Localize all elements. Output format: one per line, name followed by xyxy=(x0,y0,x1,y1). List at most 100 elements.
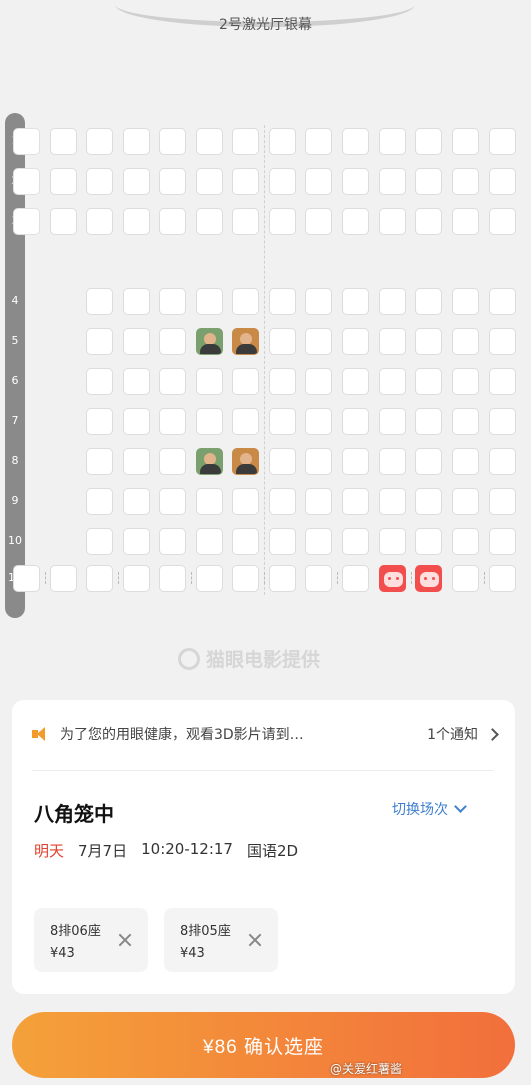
seat[interactable] xyxy=(305,328,332,355)
seat[interactable] xyxy=(379,168,406,195)
seat[interactable] xyxy=(123,208,150,235)
selected-seat[interactable] xyxy=(232,328,259,355)
seat[interactable] xyxy=(86,288,113,315)
seat[interactable] xyxy=(305,528,332,555)
seat[interactable] xyxy=(489,408,516,435)
seat[interactable] xyxy=(50,168,77,195)
seat[interactable] xyxy=(123,448,150,475)
seat[interactable] xyxy=(123,328,150,355)
seat[interactable] xyxy=(196,288,223,315)
seat[interactable] xyxy=(379,528,406,555)
seat[interactable] xyxy=(159,288,186,315)
seat[interactable] xyxy=(159,208,186,235)
seat[interactable] xyxy=(415,288,442,315)
seat[interactable] xyxy=(86,565,113,592)
seat[interactable] xyxy=(269,128,296,155)
seat[interactable] xyxy=(232,128,259,155)
seat[interactable] xyxy=(269,408,296,435)
seat[interactable] xyxy=(452,528,479,555)
seat[interactable] xyxy=(489,528,516,555)
love-seat[interactable] xyxy=(379,565,406,592)
seat[interactable] xyxy=(305,448,332,475)
seat[interactable] xyxy=(13,208,40,235)
seat[interactable] xyxy=(86,408,113,435)
seat[interactable] xyxy=(196,208,223,235)
seat[interactable] xyxy=(342,288,369,315)
seat[interactable] xyxy=(415,208,442,235)
seat[interactable] xyxy=(452,565,479,592)
seat[interactable] xyxy=(269,368,296,395)
seat[interactable] xyxy=(489,368,516,395)
seat[interactable] xyxy=(86,128,113,155)
seat[interactable] xyxy=(86,368,113,395)
seat[interactable] xyxy=(13,168,40,195)
seat[interactable] xyxy=(415,128,442,155)
seat[interactable] xyxy=(123,168,150,195)
seat[interactable] xyxy=(379,368,406,395)
selected-seat[interactable] xyxy=(196,448,223,475)
remove-ticket-icon[interactable] xyxy=(247,932,263,948)
seat[interactable] xyxy=(86,488,113,515)
switch-showtime-button[interactable]: 切换场次 xyxy=(392,799,467,819)
seat[interactable] xyxy=(489,448,516,475)
seat[interactable] xyxy=(159,168,186,195)
seat[interactable] xyxy=(159,488,186,515)
seat[interactable] xyxy=(159,528,186,555)
seat[interactable] xyxy=(123,368,150,395)
seat[interactable] xyxy=(232,208,259,235)
seat[interactable] xyxy=(452,488,479,515)
seat[interactable] xyxy=(489,288,516,315)
seat[interactable] xyxy=(305,168,332,195)
seat[interactable] xyxy=(196,168,223,195)
seat[interactable] xyxy=(232,408,259,435)
seat[interactable] xyxy=(415,328,442,355)
seat[interactable] xyxy=(196,408,223,435)
seat[interactable] xyxy=(379,208,406,235)
seat[interactable] xyxy=(159,565,186,592)
seat[interactable] xyxy=(342,488,369,515)
seat[interactable] xyxy=(489,168,516,195)
seat[interactable] xyxy=(489,565,516,592)
seat[interactable] xyxy=(489,208,516,235)
seat[interactable] xyxy=(123,528,150,555)
notice-bar[interactable]: 为了您的用眼健康，观看3D影片请到… 1个通知 xyxy=(32,724,499,744)
seat[interactable] xyxy=(342,368,369,395)
seat[interactable] xyxy=(123,488,150,515)
seat[interactable] xyxy=(50,565,77,592)
seat[interactable] xyxy=(379,328,406,355)
seat[interactable] xyxy=(452,128,479,155)
seat[interactable] xyxy=(86,208,113,235)
seat[interactable] xyxy=(159,128,186,155)
seat[interactable] xyxy=(305,565,332,592)
love-seat[interactable] xyxy=(415,565,442,592)
seat[interactable] xyxy=(86,528,113,555)
seat[interactable] xyxy=(86,448,113,475)
seat[interactable] xyxy=(196,488,223,515)
seat[interactable] xyxy=(305,488,332,515)
seat[interactable] xyxy=(269,328,296,355)
seat[interactable] xyxy=(232,565,259,592)
seat[interactable] xyxy=(159,328,186,355)
seat[interactable] xyxy=(86,168,113,195)
seat[interactable] xyxy=(123,288,150,315)
seat[interactable] xyxy=(269,288,296,315)
seat[interactable] xyxy=(269,168,296,195)
seat[interactable] xyxy=(379,448,406,475)
seat[interactable] xyxy=(415,488,442,515)
seat[interactable] xyxy=(196,128,223,155)
seat[interactable] xyxy=(50,128,77,155)
seat[interactable] xyxy=(342,408,369,435)
seat[interactable] xyxy=(13,565,40,592)
seat[interactable] xyxy=(159,448,186,475)
seat[interactable] xyxy=(232,528,259,555)
remove-ticket-icon[interactable] xyxy=(117,932,133,948)
seat[interactable] xyxy=(452,288,479,315)
seat[interactable] xyxy=(305,368,332,395)
seat[interactable] xyxy=(123,128,150,155)
seat[interactable] xyxy=(159,408,186,435)
seat[interactable] xyxy=(123,565,150,592)
seat[interactable] xyxy=(452,408,479,435)
seat[interactable] xyxy=(196,368,223,395)
seat[interactable] xyxy=(452,328,479,355)
seat[interactable] xyxy=(305,288,332,315)
